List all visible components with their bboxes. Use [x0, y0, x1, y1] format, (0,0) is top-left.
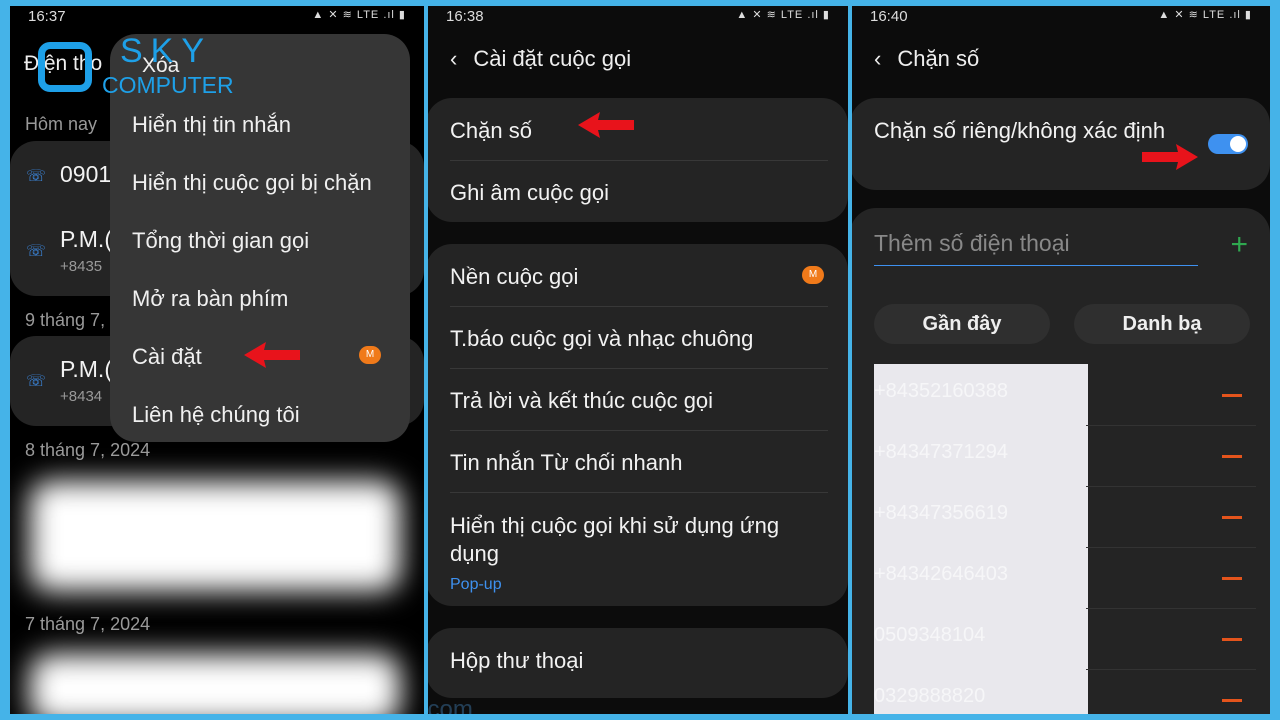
page-title: Cài đặt cuộc gọi — [473, 46, 632, 71]
setting-call-recording[interactable]: Ghi âm cuộc gọi — [450, 180, 828, 206]
overflow-menu: Xóa Hiển thị tin nhắn Hiển thị cuộc gọi … — [110, 34, 410, 442]
missed-call-icon: ☏ — [26, 168, 47, 185]
remove-icon[interactable] — [1222, 577, 1242, 580]
blocked-number: +84342646403 — [874, 563, 1009, 585]
status-time: 16:37 — [28, 8, 66, 25]
new-badge: M — [802, 266, 824, 284]
divider — [1086, 669, 1256, 670]
status-time: 16:40 — [870, 8, 908, 25]
blurred-region — [30, 481, 400, 591]
missed-call-icon: ☏ — [26, 243, 47, 260]
recent-button[interactable]: Gần đây — [874, 304, 1050, 344]
status-time: 16:38 — [446, 8, 484, 25]
menu-item-blocked-calls[interactable]: Hiển thị cuộc gọi bị chặn — [132, 170, 372, 196]
new-badge: M — [359, 346, 381, 364]
page-title: Chặn số — [897, 46, 980, 71]
status-icons: ▲ ✕ ≋ LTE .ıl ▮ — [736, 9, 830, 21]
divider — [1086, 486, 1256, 487]
private-number-toggle[interactable] — [1208, 134, 1248, 154]
watermark-text: suachuamaytinhdanang.com — [428, 696, 473, 714]
status-bar: 16:38 ▲ ✕ ≋ LTE .ıl ▮ — [446, 8, 830, 28]
back-icon[interactable]: ‹ — [874, 46, 881, 72]
red-arrow-icon — [1142, 144, 1198, 170]
date-header: 7 tháng 7, 2024 — [25, 614, 151, 634]
menu-item-show-messages[interactable]: Hiển thị tin nhắn — [132, 112, 291, 138]
blocked-number: +84347356619 — [874, 502, 1009, 524]
settings-group: Hộp thư thoại — [428, 628, 848, 698]
divider — [1086, 425, 1256, 426]
menu-item-keypad[interactable]: Mở ra bàn phím — [132, 286, 288, 312]
status-bar: 16:37 ▲ ✕ ≋ LTE .ıl ▮ — [28, 8, 406, 28]
blocked-number: +84347371294 — [874, 441, 1009, 463]
blocked-number: 0509348104 — [874, 624, 986, 646]
block-list-card: Thêm số điện thoại + Gần đây Danh bạ +84… — [852, 208, 1270, 714]
setting-ringtone[interactable]: T.báo cuộc gọi và nhạc chuông — [450, 326, 828, 352]
back-icon[interactable]: ‹ — [450, 46, 457, 72]
divider — [1086, 547, 1256, 548]
blurred-region — [30, 654, 400, 714]
setting-call-background[interactable]: Nền cuộc gọi — [450, 264, 828, 290]
setting-value: Pop-up — [450, 576, 502, 593]
toggle-label: Chặn số riêng/không xác định — [874, 118, 1166, 143]
contacts-button[interactable]: Danh bạ — [1074, 304, 1250, 344]
status-icons: ▲ ✕ ≋ LTE .ıl ▮ — [312, 9, 406, 21]
menu-item-call-duration[interactable]: Tổng thời gian gọi — [132, 228, 309, 254]
status-icons: ▲ ✕ ≋ LTE .ıl ▮ — [1158, 9, 1252, 21]
blocked-number: 0329888820 — [874, 685, 986, 707]
remove-icon[interactable] — [1222, 516, 1242, 519]
toggle-card: Chặn số riêng/không xác định — [852, 98, 1270, 190]
red-arrow-icon — [578, 112, 634, 138]
settings-group: Nền cuộc gọi M T.báo cuộc gọi và nhạc ch… — [428, 244, 848, 606]
remove-icon[interactable] — [1222, 394, 1242, 397]
remove-icon[interactable] — [1222, 455, 1242, 458]
add-number-input[interactable]: Thêm số điện thoại — [874, 230, 1198, 266]
divider — [1086, 608, 1256, 609]
remove-icon[interactable] — [1222, 699, 1242, 702]
setting-call-display[interactable]: Hiển thị cuộc gọi khi sử dụng ứng dụng — [450, 512, 818, 568]
setting-block-numbers[interactable]: Chặn số — [450, 118, 828, 144]
redaction-box — [874, 364, 1088, 714]
date-header: 8 tháng 7, 2024 — [25, 440, 151, 460]
page-title: Điện tho — [24, 52, 103, 75]
call-settings-screen: 16:38 ▲ ✕ ≋ LTE .ıl ▮ ‹ Cài đặt cuộc gọi C… — [428, 6, 848, 714]
block-numbers-screen: 16:40 ▲ ✕ ≋ LTE .ıl ▮ ‹ Chặn số Chặn số ri… — [852, 6, 1270, 714]
add-icon[interactable]: + — [1230, 228, 1248, 262]
remove-icon[interactable] — [1222, 638, 1242, 641]
menu-delete[interactable]: Xóa — [142, 54, 179, 78]
red-arrow-icon — [244, 342, 300, 368]
call-log-screen: 16:37 ▲ ✕ ≋ LTE .ıl ▮ Điện tho Hôm nay 09… — [10, 6, 424, 714]
status-bar: 16:40 ▲ ✕ ≋ LTE .ıl ▮ — [870, 8, 1252, 28]
menu-item-settings[interactable]: Cài đặt — [132, 344, 202, 370]
setting-answer-end[interactable]: Trả lời và kết thúc cuộc gọi — [450, 388, 828, 414]
missed-call-icon: ☏ — [26, 373, 47, 390]
date-header: Hôm nay — [25, 114, 98, 134]
setting-voicemail[interactable]: Hộp thư thoại — [450, 648, 828, 674]
menu-item-contact-us[interactable]: Liên hệ chúng tôi — [132, 402, 300, 428]
blocked-number: +84352160388 — [874, 380, 1009, 402]
setting-quick-decline[interactable]: Tin nhắn Từ chối nhanh — [450, 450, 828, 476]
settings-group: Chặn số Ghi âm cuộc gọi — [428, 98, 848, 222]
